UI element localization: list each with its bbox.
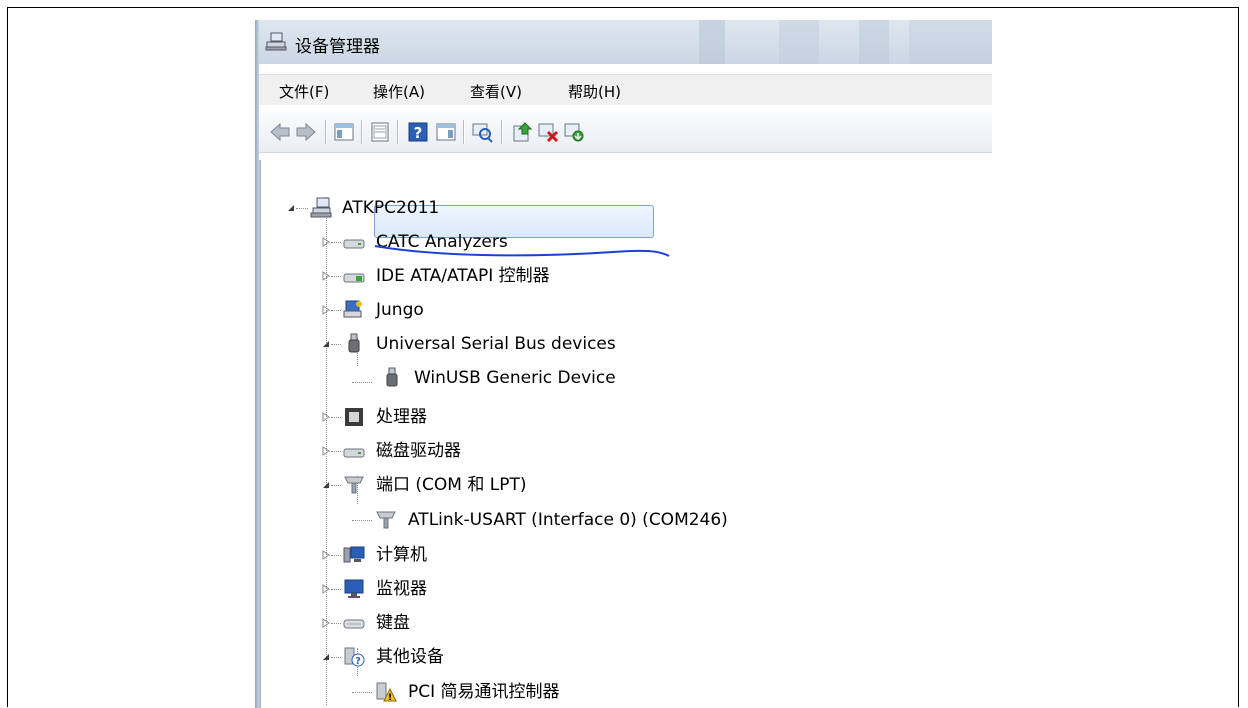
expand-arrow-icon[interactable] [321,412,331,422]
expand-arrow-icon[interactable] [321,237,331,247]
tree-item-jungo[interactable]: Jungo [376,299,424,321]
collapse-arrow-icon[interactable] [321,652,331,662]
port-icon [344,476,364,494]
help-icon[interactable]: ? [407,121,429,143]
expand-arrow-icon[interactable] [321,271,331,281]
device-manager-icon [265,32,287,51]
tree-item-pci-controller[interactable]: PCI 简易通讯控制器 [408,681,560,703]
computer-root-icon [310,197,332,218]
hand-drawn-underline [374,245,670,257]
tree-root-label[interactable]: ATKPC2011 [342,197,439,219]
menu-action[interactable]: 操作(A) [373,81,425,102]
tree-line [331,310,341,311]
tree-item-processor[interactable]: 处理器 [376,406,427,428]
tree-item-atlink-usart[interactable]: ATLink-USART (Interface 0) (COM246) [408,509,728,531]
collapse-arrow-icon[interactable] [321,339,331,349]
toolbar-separator [361,120,362,144]
tree-line [352,382,372,383]
warning-device-icon: ! [376,682,397,703]
tree-line [331,344,341,345]
tree-item-computer[interactable]: 计算机 [376,544,427,566]
expand-arrow-icon[interactable] [321,305,331,315]
svg-text:?: ? [414,124,423,142]
ide-controller-icon [343,273,365,283]
computer-icon [343,546,365,563]
title-bar[interactable]: 设备管理器 [259,20,992,64]
svg-text:!: ! [388,693,392,703]
window-title: 设备管理器 [295,37,380,57]
tree-item-usb-devices[interactable]: Universal Serial Bus devices [376,333,616,355]
drive-icon [343,239,365,249]
collapse-arrow-icon[interactable] [286,203,296,213]
menu-file[interactable]: 文件(F) [279,81,329,102]
menu-bar: 文件(F) 操作(A) 查看(V) 帮助(H) [259,74,992,105]
properties-icon[interactable] [369,121,391,143]
tree-line [296,208,308,209]
tree-line [352,520,372,521]
tree-item-winusb-generic-device[interactable]: WinUSB Generic Device [414,367,616,389]
keyboard-icon [343,619,365,629]
toolbar-separator [325,120,326,144]
tree-line [331,589,341,590]
tree-line [331,623,341,624]
toolbar-separator [397,120,398,144]
collapse-arrow-icon[interactable] [321,480,331,490]
forward-arrow-icon[interactable] [295,121,317,143]
expand-arrow-icon[interactable] [321,550,331,560]
tree-line [352,692,372,693]
usb-plug-icon [386,367,398,387]
svg-text:?: ? [355,656,361,667]
tree-item-keyboards[interactable]: 键盘 [376,612,410,634]
tree-line [331,657,341,658]
titlebar-decoration [909,20,992,64]
tree-line [331,417,341,418]
expand-arrow-icon[interactable] [321,618,331,628]
disable-device-icon[interactable] [537,121,559,143]
processor-icon [345,408,363,426]
tree-line [331,451,341,452]
unknown-device-icon: ? [344,647,365,667]
back-arrow-icon[interactable] [269,121,291,143]
tree-item-monitors[interactable]: 监视器 [376,578,427,600]
tree-line [331,555,341,556]
device-manager-window: 设备管理器 文件(F) 操作(A) 查看(V) 帮助(H) ? ATKPC201… [255,20,992,708]
toolbar-separator [463,120,464,144]
toolbar-separator [501,120,502,144]
uninstall-device-icon[interactable] [563,121,585,143]
expand-arrow-icon[interactable] [321,446,331,456]
tree-item-ports[interactable]: 端口 (COM 和 LPT) [376,474,527,496]
disk-drive-icon [343,448,365,458]
titlebar-decoration [859,20,889,64]
menu-help[interactable]: 帮助(H) [568,81,621,102]
tree-line [331,485,341,486]
usb-plug-icon [348,333,360,353]
toolbar: ? [259,112,992,153]
expand-arrow-icon[interactable] [321,584,331,594]
jungo-device-icon [343,300,362,318]
show-hide-console-tree-icon[interactable] [333,121,355,143]
tree-item-ide-ata-atapi[interactable]: IDE ATA/ATAPI 控制器 [376,265,550,287]
titlebar-decoration [779,20,819,64]
tree-item-other-devices[interactable]: 其他设备 [376,646,444,668]
tree-item-disk-drives[interactable]: 磁盘驱动器 [376,440,461,462]
port-icon [376,511,396,529]
tree-line [331,276,341,277]
tree-line [331,242,341,243]
show-action-pane-icon[interactable] [435,121,457,143]
scan-hardware-icon[interactable] [471,121,493,143]
titlebar-decoration [699,20,725,64]
menu-view[interactable]: 查看(V) [470,81,522,102]
monitor-icon [344,579,364,598]
update-driver-icon[interactable] [511,121,533,143]
